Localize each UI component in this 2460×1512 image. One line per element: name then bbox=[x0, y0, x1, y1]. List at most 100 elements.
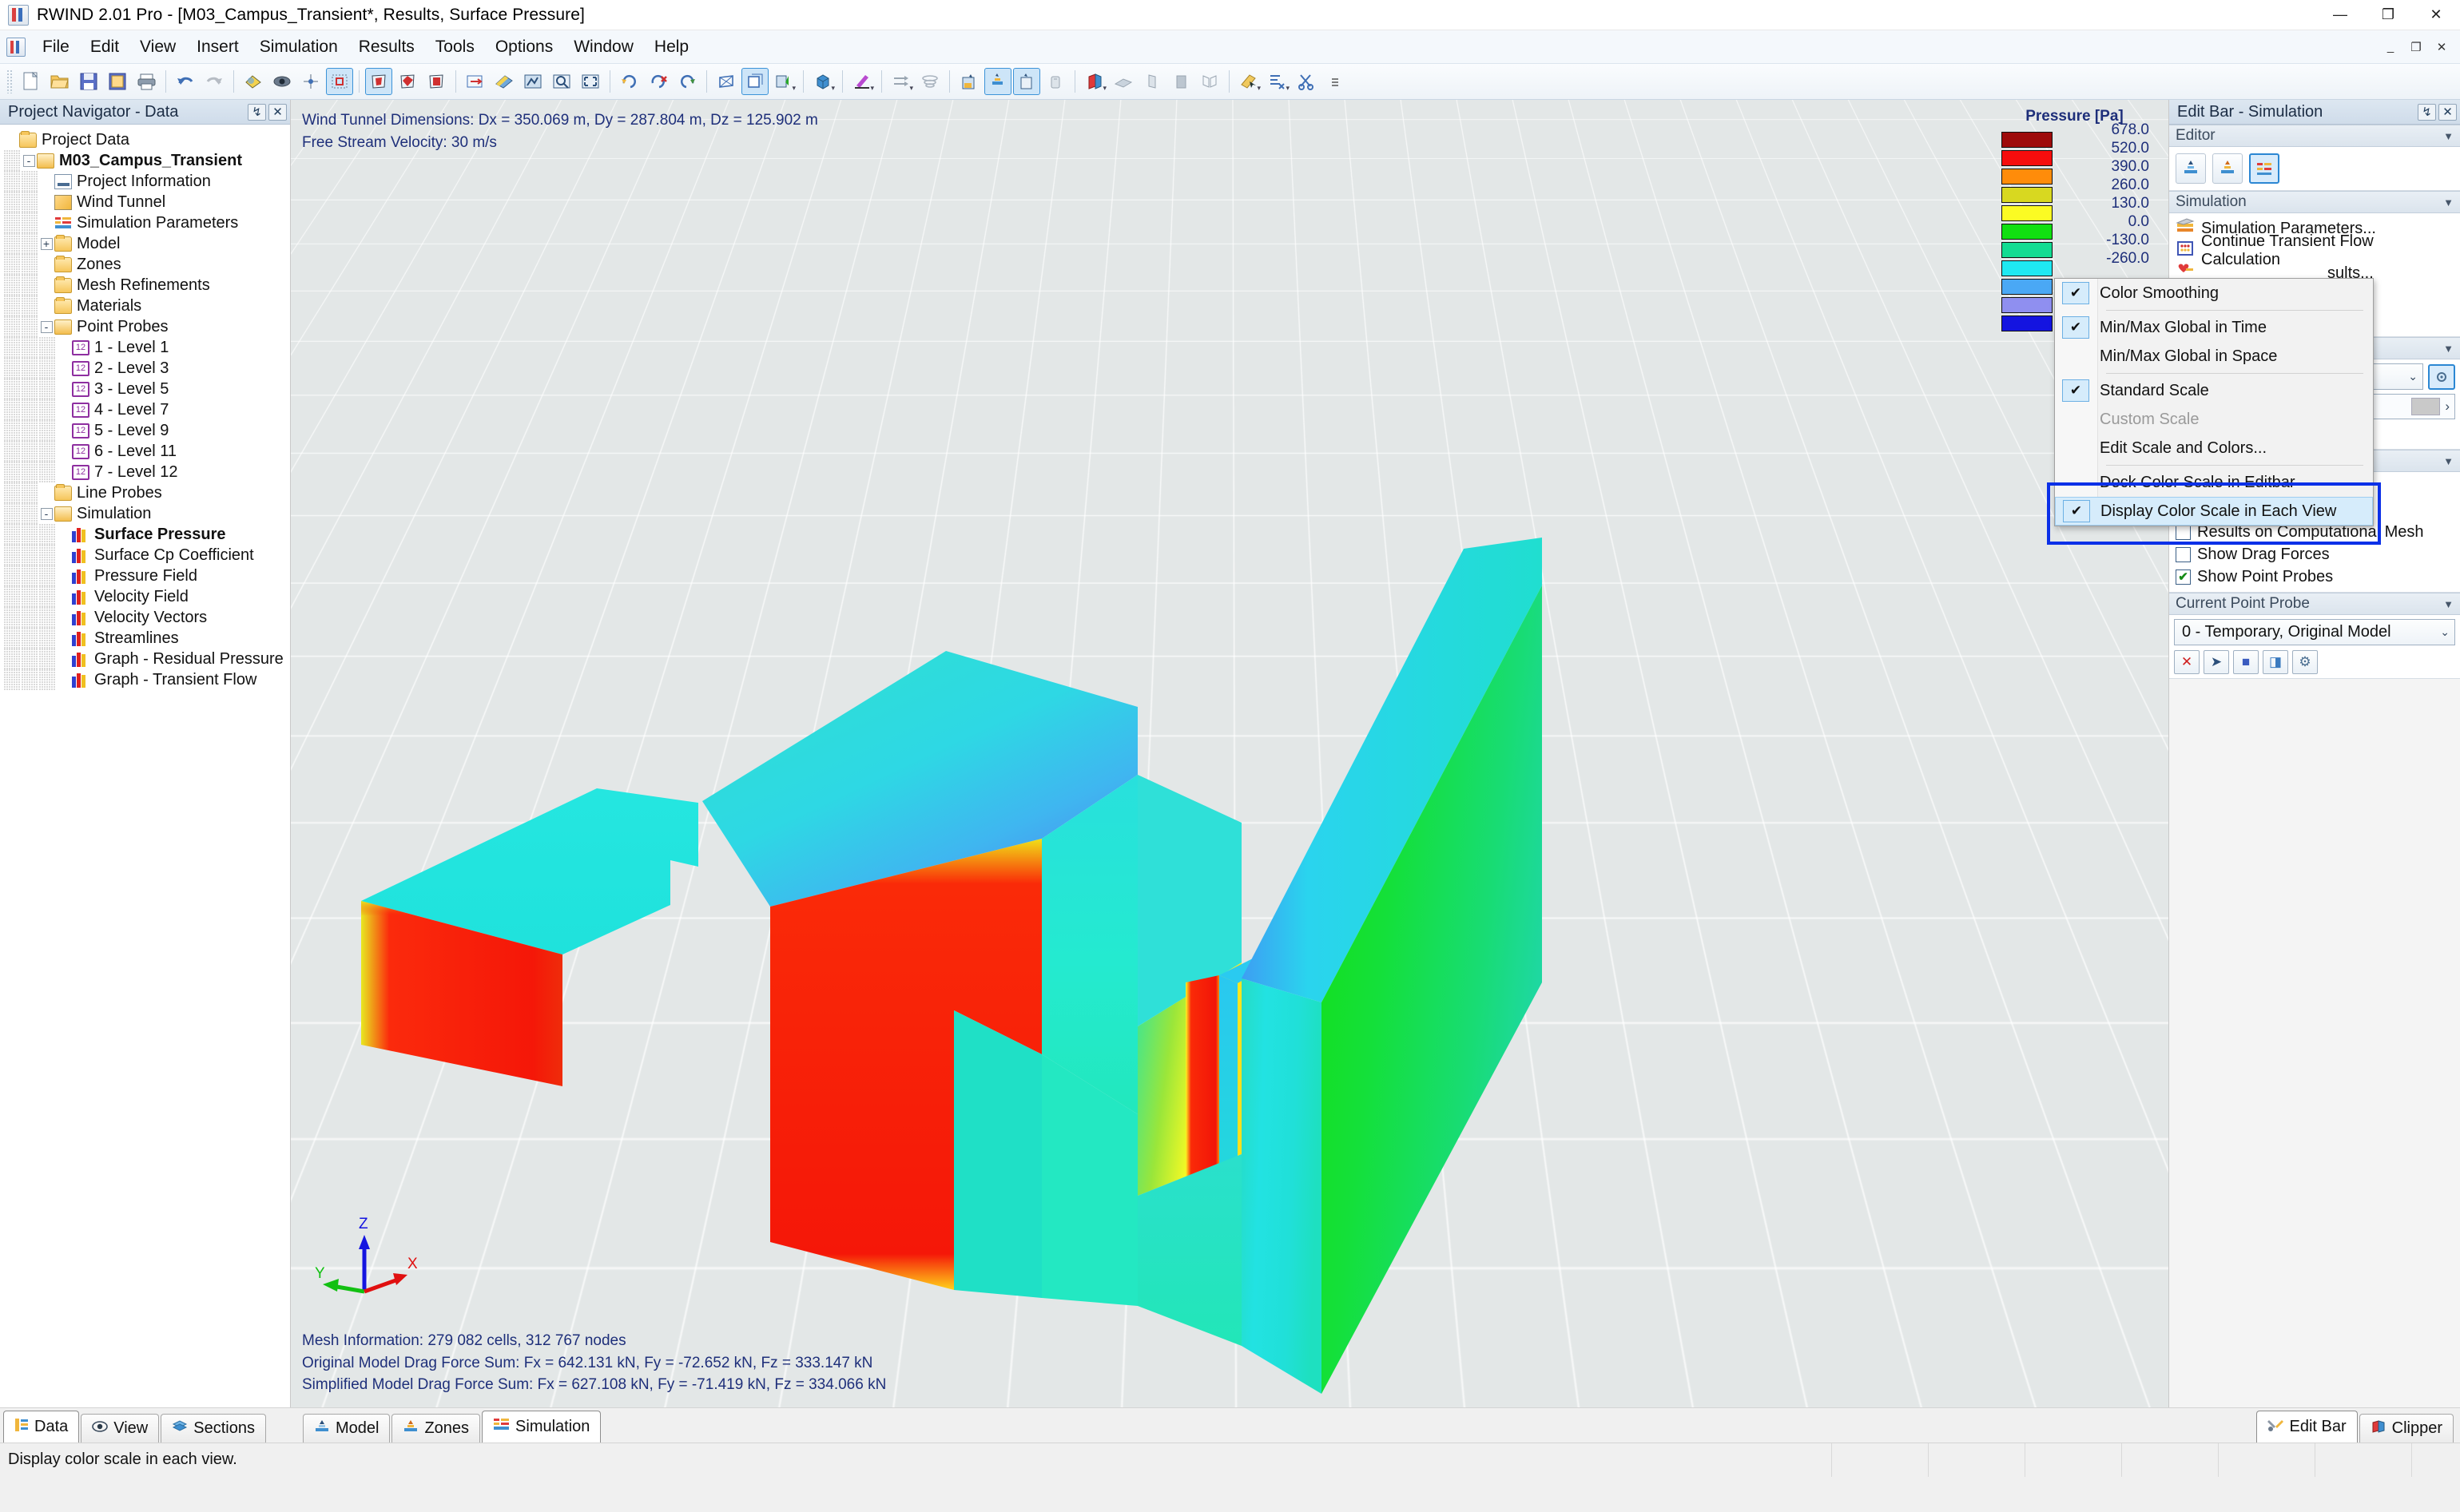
tree-item-3-level-5[interactable]: 12 3 - Level 5 bbox=[0, 379, 290, 399]
mdi-minimize-button[interactable]: _ bbox=[2379, 37, 2402, 58]
model-view-icon[interactable] bbox=[365, 68, 392, 95]
tree-item-velocity-field[interactable]: Velocity Field bbox=[0, 586, 290, 607]
tree-item-wind-tunnel[interactable]: Wind Tunnel bbox=[0, 192, 290, 212]
rotate-left-icon[interactable] bbox=[616, 68, 643, 95]
tab-data[interactable]: Data bbox=[3, 1411, 80, 1443]
section-plane-icon[interactable] bbox=[1110, 68, 1137, 95]
toolbar-overflow-icon[interactable] bbox=[1321, 68, 1349, 95]
menu-help[interactable]: Help bbox=[644, 34, 699, 60]
simulation-editor-button[interactable] bbox=[2249, 153, 2279, 184]
time-layer-slider-thumb[interactable] bbox=[2411, 398, 2441, 415]
cube-display-icon[interactable]: ▾ bbox=[809, 68, 837, 95]
section-current-point-probe-header[interactable]: Current Point Probe ▼ bbox=[2169, 593, 2460, 615]
tree-item-m03-campus-transient[interactable]: - M03_Campus_Transient bbox=[0, 150, 290, 171]
close-editbar-button[interactable]: ✕ bbox=[2438, 103, 2457, 121]
rotate-reset-icon[interactable] bbox=[645, 68, 672, 95]
tree-item-pressure-field[interactable]: Pressure Field bbox=[0, 566, 290, 586]
tree-item-graph-transient-flow[interactable]: Graph - Transient Flow bbox=[0, 669, 290, 690]
close-navigator-button[interactable]: ✕ bbox=[268, 103, 287, 121]
menu-window[interactable]: Window bbox=[563, 34, 644, 60]
display-option-show-point-probes[interactable]: ✔ Show Point Probes bbox=[2174, 566, 2455, 588]
tab-sections[interactable]: Sections bbox=[161, 1414, 266, 1443]
solid-view-icon[interactable] bbox=[741, 68, 769, 95]
current-point-probe-select[interactable]: 0 - Temporary, Original Model ⌄ bbox=[2174, 619, 2455, 645]
tree-expander[interactable]: + bbox=[38, 236, 54, 252]
checkbox-icon[interactable] bbox=[2176, 524, 2191, 540]
zones-editor-button[interactable] bbox=[2212, 153, 2243, 184]
context-menu-item-color-smoothing[interactable]: ✔ Color Smoothing bbox=[2055, 279, 2373, 308]
save-icon[interactable] bbox=[75, 68, 102, 95]
view-probe-icon[interactable] bbox=[1013, 68, 1040, 95]
chevron-down-icon[interactable]: ▼ bbox=[2443, 130, 2454, 142]
menu-simulation[interactable]: Simulation bbox=[249, 34, 348, 60]
tree-item-streamlines[interactable]: Streamlines bbox=[0, 628, 290, 649]
tree-item-7-level-12[interactable]: 12 7 - Level 12 bbox=[0, 462, 290, 482]
wireframe-icon[interactable] bbox=[713, 68, 740, 95]
colors-icon[interactable]: ▾ bbox=[848, 68, 876, 95]
scissors-icon[interactable] bbox=[1293, 68, 1320, 95]
tree-item-graph-residual-pressure[interactable]: Graph - Residual Pressure bbox=[0, 649, 290, 669]
toolbar-grip[interactable] bbox=[6, 69, 14, 93]
menu-view[interactable]: View bbox=[129, 34, 186, 60]
tree-item-surface-cp-coefficient[interactable]: Surface Cp Coefficient bbox=[0, 545, 290, 566]
context-menu-item-standard-scale[interactable]: ✔ Standard Scale bbox=[2055, 376, 2373, 405]
menu-file[interactable]: File bbox=[32, 34, 80, 60]
pressure-result-model[interactable] bbox=[291, 100, 2169, 1407]
tree-item-point-probes[interactable]: - Point Probes bbox=[0, 316, 290, 337]
shading-icon[interactable] bbox=[491, 68, 518, 95]
section-fill-icon[interactable] bbox=[1167, 68, 1194, 95]
tab-simulation[interactable]: Simulation bbox=[482, 1411, 602, 1443]
time-layer-next-button[interactable]: › bbox=[2445, 399, 2450, 415]
zones-view-icon[interactable] bbox=[394, 68, 421, 95]
zoom-window-icon[interactable] bbox=[548, 68, 575, 95]
tree-item-1-level-1[interactable]: 12 1 - Level 1 bbox=[0, 337, 290, 358]
menu-tools[interactable]: Tools bbox=[425, 34, 485, 60]
checkbox-icon[interactable] bbox=[2176, 546, 2191, 562]
menu-options[interactable]: Options bbox=[485, 34, 563, 60]
display-option-show-drag-forces[interactable]: Show Drag Forces bbox=[2174, 543, 2455, 566]
3d-viewport[interactable]: Wind Tunnel Dimensions: Dx = 350.069 m, … bbox=[291, 100, 2169, 1407]
context-menu-item-dock-color-scale-in-editbar[interactable]: Dock Color Scale in Editbar bbox=[2055, 468, 2373, 497]
tree-item-project-data[interactable]: Project Data bbox=[0, 129, 290, 150]
save-all-icon[interactable] bbox=[104, 68, 131, 95]
flow-arrows-icon[interactable]: ▾ bbox=[888, 68, 915, 95]
tab-view[interactable]: View bbox=[81, 1414, 160, 1443]
measure-icon[interactable] bbox=[1042, 68, 1069, 95]
tab-clipper[interactable]: Clipper bbox=[2359, 1414, 2454, 1443]
checkbox-icon[interactable]: ✔ bbox=[2176, 569, 2191, 585]
undo-icon[interactable] bbox=[172, 68, 199, 95]
model-editor-button[interactable] bbox=[2176, 153, 2206, 184]
mdi-close-button[interactable]: ✕ bbox=[2430, 37, 2454, 58]
scissors-select-icon[interactable]: ▾ bbox=[1264, 68, 1291, 95]
visibility-icon[interactable] bbox=[268, 68, 296, 95]
probe-settings-button[interactable]: ⚙ bbox=[2292, 650, 2318, 674]
tab-zones[interactable]: Zones bbox=[391, 1414, 481, 1443]
snap-grid-icon[interactable] bbox=[297, 68, 324, 95]
render-mode-icon[interactable] bbox=[240, 68, 267, 95]
print-icon[interactable] bbox=[133, 68, 160, 95]
rotate-right-icon[interactable] bbox=[674, 68, 701, 95]
tree-item-4-level-7[interactable]: 12 4 - Level 7 bbox=[0, 399, 290, 420]
chevron-down-icon[interactable]: ⌄ bbox=[2440, 625, 2450, 639]
tree-expander[interactable]: - bbox=[38, 319, 54, 335]
surface-select-icon[interactable]: ▾ bbox=[1235, 68, 1262, 95]
chevron-down-icon[interactable]: ▼ bbox=[2443, 598, 2454, 610]
minimize-button[interactable]: — bbox=[2316, 0, 2364, 30]
tree-item-mesh-refinements[interactable]: Mesh Refinements bbox=[0, 275, 290, 296]
open-file-icon[interactable] bbox=[46, 68, 74, 95]
chevron-down-icon[interactable]: ▼ bbox=[2443, 343, 2454, 355]
continue-transient-flow-item[interactable]: Continue Transient Flow Calculation bbox=[2174, 232, 2455, 268]
tree-expander[interactable]: - bbox=[21, 153, 37, 169]
color-scale-context-menu[interactable]: ✔ Color Smoothing ✔ Min/Max Global in Time M… bbox=[2054, 278, 2374, 526]
tab-model[interactable]: Model bbox=[302, 1414, 391, 1443]
menu-edit[interactable]: Edit bbox=[80, 34, 129, 60]
section-vertical-icon[interactable] bbox=[1139, 68, 1166, 95]
tree-item-model[interactable]: + Model bbox=[0, 233, 290, 254]
chevron-down-icon[interactable]: ▼ bbox=[2443, 196, 2454, 208]
chevron-down-icon[interactable]: ⌄ bbox=[2408, 370, 2418, 383]
pin-navigator-button[interactable]: ↯ bbox=[248, 103, 266, 121]
tree-item-surface-pressure[interactable]: Surface Pressure bbox=[0, 524, 290, 545]
mdi-restore-button[interactable]: ❐ bbox=[2404, 37, 2428, 58]
delete-probe-button[interactable]: ✕ bbox=[2174, 650, 2200, 674]
context-menu-item-edit-scale-and-colors[interactable]: Edit Scale and Colors... bbox=[2055, 434, 2373, 462]
